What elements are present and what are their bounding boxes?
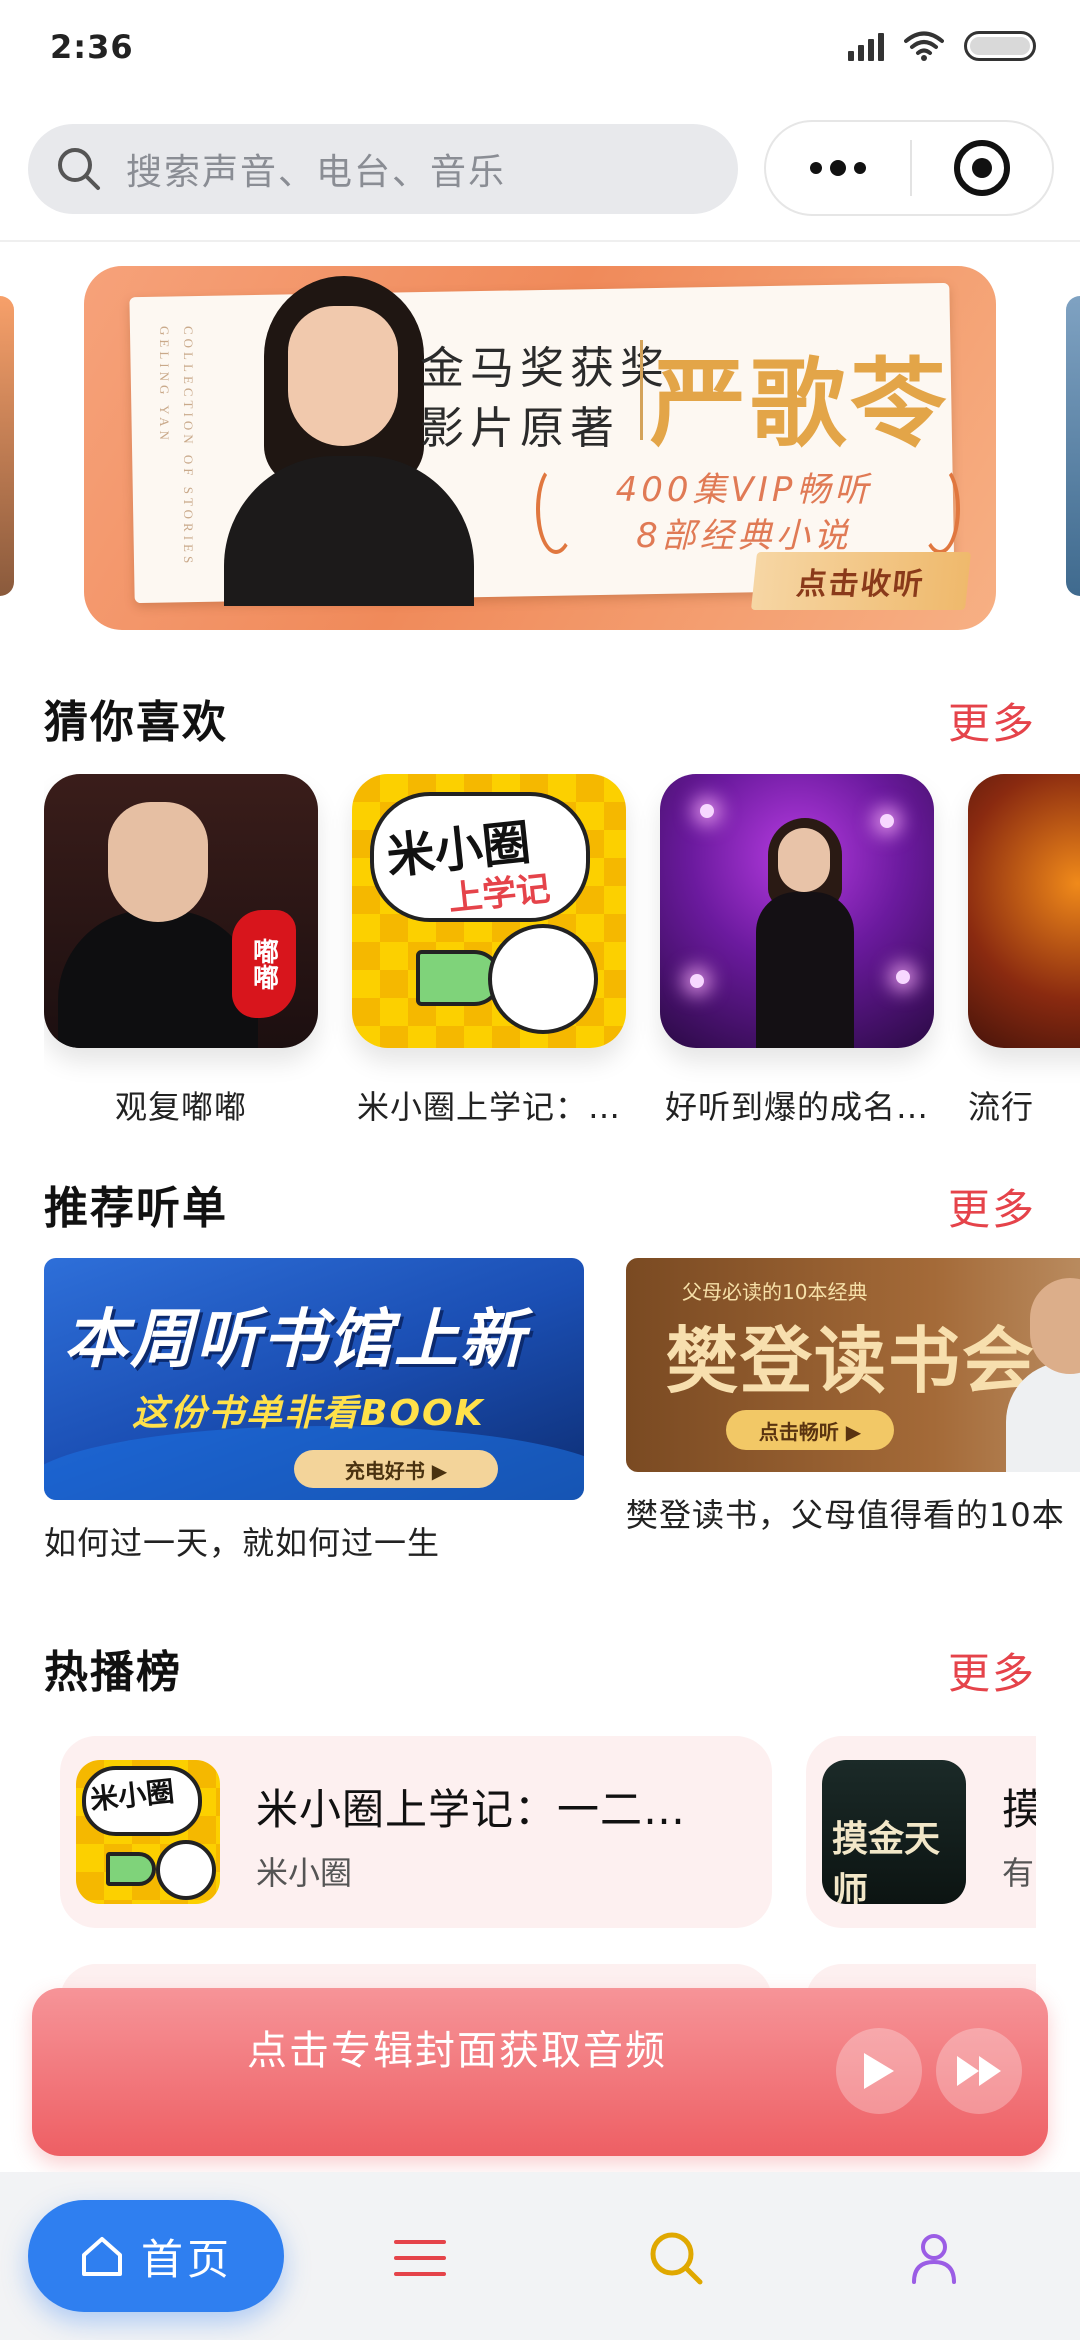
banner-vertical-text: GELING YAN bbox=[157, 326, 172, 444]
host-photo bbox=[1006, 1278, 1080, 1472]
banner-promo: 400集VIP畅听 8部经典小说 bbox=[564, 462, 924, 562]
hot-item-cover[interactable]: 米小圈 bbox=[76, 1760, 220, 1904]
album-cover[interactable]: 米小圈 上学记 bbox=[352, 774, 626, 1048]
hot-item-title: 摸 bbox=[1002, 1785, 1036, 1834]
hot-rail[interactable]: 米小圈 米小圈上学记：一二… 米小圈 摸金天师 摸 有 bbox=[60, 1736, 1036, 1936]
status-bar: 2:36 bbox=[0, 0, 1080, 100]
banner-author: 严歌苓 bbox=[650, 351, 950, 458]
cover-text: 摸金天师 bbox=[832, 1818, 941, 1904]
section-title-guess: 猜你喜欢 bbox=[44, 697, 228, 748]
status-time: 2:36 bbox=[50, 28, 134, 66]
banner-promo-line1: 400集VIP畅听 bbox=[615, 470, 873, 510]
dot-icon bbox=[830, 160, 846, 176]
target-icon bbox=[954, 140, 1010, 196]
album-card[interactable]: 好听到爆的成名… bbox=[660, 774, 934, 1128]
album-card[interactable]: 嘟嘟 观复嘟嘟 bbox=[44, 774, 318, 1128]
nav-home-tab[interactable]: 首页 bbox=[28, 2200, 284, 2312]
playlist-title: 樊登读书，父母值得看的10本 bbox=[626, 1496, 1065, 1534]
hot-item-author: 米小圈 bbox=[256, 1854, 353, 1892]
album-title: 观复嘟嘟 bbox=[114, 1088, 247, 1126]
close-miniprogram-button[interactable] bbox=[912, 122, 1052, 214]
more-options-button[interactable] bbox=[766, 122, 910, 214]
signal-icon bbox=[848, 31, 884, 61]
cover-subline: 这份书单非看BOOK bbox=[132, 1393, 485, 1434]
cover-tag: 充电好书 ▶ bbox=[294, 1450, 498, 1488]
search-placeholder: 搜索声音、电台、音乐 bbox=[126, 152, 507, 193]
dot-icon bbox=[810, 162, 822, 174]
album-title: 流行 bbox=[968, 1088, 1035, 1126]
guess-more-link[interactable]: 更多 bbox=[948, 690, 1036, 751]
player-message: 点击专辑封面获取音频 bbox=[247, 2028, 667, 2074]
cover-topline: 父母必读的10本经典 bbox=[682, 1280, 868, 1304]
section-title-hot: 热播榜 bbox=[44, 1647, 182, 1698]
hot-item-author: 有 bbox=[1002, 1854, 1035, 1892]
album-cover[interactable] bbox=[968, 774, 1080, 1048]
banner-prev-peek[interactable] bbox=[0, 296, 14, 596]
banner-promo-line2: 8部经典小说 bbox=[636, 516, 852, 556]
play-icon bbox=[864, 2053, 894, 2089]
hot-item-cover[interactable]: 摸金天师 bbox=[822, 1760, 966, 1904]
cover-headline: 樊登读书会 bbox=[666, 1318, 1037, 1403]
section-title-playlists: 推荐听单 bbox=[44, 1183, 228, 1234]
top-header: 搜索声音、电台、音乐 bbox=[0, 100, 1080, 242]
playlist-cover[interactable]: 本周听书馆上新 这份书单非看BOOK 充电好书 ▶ bbox=[44, 1258, 584, 1500]
cover-stamp: 嘟嘟 bbox=[232, 910, 296, 1018]
banner-next-peek[interactable] bbox=[1066, 296, 1080, 596]
wifi-icon bbox=[904, 31, 944, 61]
mini-player[interactable]: 点击专辑封面获取音频 bbox=[32, 1988, 1048, 2156]
playlists-more-link[interactable]: 更多 bbox=[948, 1176, 1036, 1237]
playlist-card[interactable]: 本周听书馆上新 这份书单非看BOOK 充电好书 ▶ 如何过一天，就如何过一生 bbox=[44, 1258, 584, 1564]
cover-play-button: 点击畅听 ▶ bbox=[726, 1410, 894, 1450]
banner-vertical-text: COLLECTION OF STORIES bbox=[181, 326, 196, 568]
search-icon bbox=[650, 2232, 703, 2285]
hot-more-link[interactable]: 更多 bbox=[948, 1640, 1036, 1701]
album-title: 米小圈上学记：… bbox=[356, 1088, 621, 1126]
cover-headline: 本周听书馆上新 bbox=[64, 1303, 526, 1377]
banner-cta-button[interactable]: 点击收听 bbox=[750, 552, 972, 610]
user-icon bbox=[912, 2234, 956, 2284]
battery-icon bbox=[964, 31, 1036, 61]
bottom-nav: 首页 bbox=[0, 2172, 1080, 2340]
hot-item[interactable]: 摸金天师 摸 有 bbox=[806, 1736, 1036, 1928]
search-icon bbox=[58, 148, 100, 190]
play-button[interactable] bbox=[836, 2028, 922, 2114]
hot-item-title: 米小圈上学记：一二… bbox=[256, 1785, 687, 1834]
album-cover[interactable] bbox=[660, 774, 934, 1048]
fast-forward-icon bbox=[957, 2056, 1001, 2086]
album-title: 好听到爆的成名… bbox=[664, 1088, 929, 1126]
nav-menu-tab[interactable] bbox=[390, 2228, 450, 2288]
album-card[interactable]: 米小圈 上学记 米小圈上学记：… bbox=[352, 774, 626, 1128]
miniprogram-capsule bbox=[764, 120, 1054, 216]
hot-item[interactable]: 米小圈 米小圈上学记：一二… 米小圈 bbox=[60, 1736, 772, 1928]
playlist-rail[interactable]: 本周听书馆上新 这份书单非看BOOK 充电好书 ▶ 如何过一天，就如何过一生 父… bbox=[44, 1258, 1080, 1568]
search-input[interactable]: 搜索声音、电台、音乐 bbox=[28, 124, 738, 214]
banner-line1: 金马奖获奖 bbox=[420, 344, 670, 393]
banner-divider bbox=[640, 340, 643, 440]
album-card[interactable]: 流行 bbox=[968, 774, 1080, 1128]
album-cover[interactable]: 嘟嘟 bbox=[44, 774, 318, 1048]
nav-search-tab[interactable] bbox=[646, 2228, 706, 2288]
banner-line2: 影片原著 bbox=[420, 404, 620, 453]
status-icons bbox=[848, 30, 1036, 62]
guess-rail[interactable]: 嘟嘟 观复嘟嘟 米小圈 上学记 米小圈上学记：… 好听到爆的成名… 流行 bbox=[44, 774, 1080, 1144]
promo-banner[interactable]: GELING YAN COLLECTION OF STORIES 金马奖获奖 影… bbox=[84, 266, 996, 630]
playlist-title: 如何过一天，就如何过一生 bbox=[44, 1524, 441, 1562]
next-track-button[interactable] bbox=[936, 2028, 1022, 2114]
nav-home-label: 首页 bbox=[140, 2234, 233, 2284]
playlist-card[interactable]: 父母必读的10本经典 樊登读书会 点击畅听 ▶ 樊登读书，父母值得看的10本 bbox=[626, 1258, 1080, 1564]
menu-icon bbox=[394, 2240, 446, 2276]
home-icon bbox=[81, 2237, 122, 2276]
nav-profile-tab[interactable] bbox=[904, 2228, 964, 2288]
laurel-right-icon bbox=[920, 464, 960, 554]
playlist-cover[interactable]: 父母必读的10本经典 樊登读书会 点击畅听 ▶ bbox=[626, 1258, 1080, 1472]
dot-icon bbox=[854, 162, 866, 174]
